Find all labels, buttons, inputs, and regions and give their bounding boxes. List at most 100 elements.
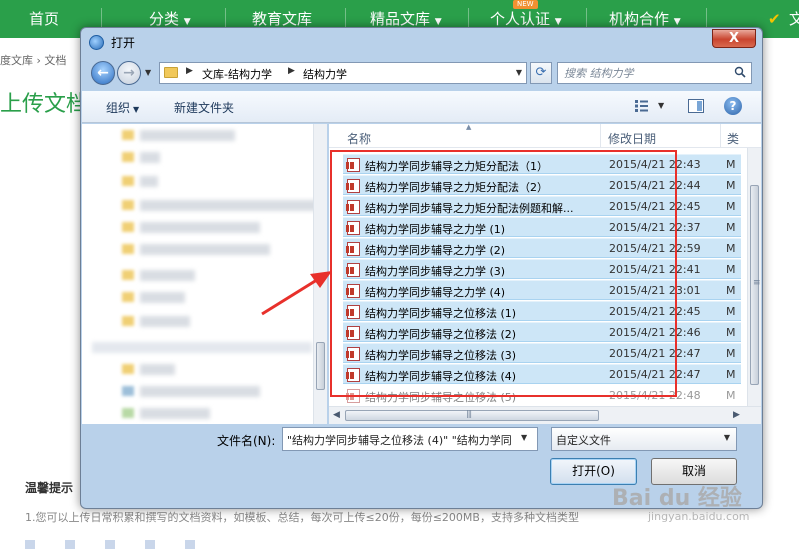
file-type: M bbox=[726, 179, 736, 192]
site-breadcrumb[interactable]: 度文库 › 文档 bbox=[0, 52, 66, 68]
column-header-row: ▲ 名称 修改日期 类 bbox=[329, 124, 761, 148]
nav-more[interactable]: 文 bbox=[789, 0, 799, 38]
column-header-date[interactable]: 修改日期 bbox=[608, 130, 656, 147]
nav-premium-label: 精品文库 bbox=[370, 10, 431, 28]
view-options-icon[interactable] bbox=[635, 100, 648, 112]
file-type-filter[interactable]: 自定义文件 ▼ bbox=[551, 427, 737, 451]
refresh-button[interactable]: ⟳ bbox=[530, 62, 552, 84]
column-divider[interactable] bbox=[720, 124, 721, 148]
doc-type-icons bbox=[25, 539, 425, 549]
preview-pane-icon[interactable] bbox=[688, 99, 704, 113]
column-divider[interactable] bbox=[600, 124, 601, 148]
ppt-doc-icon bbox=[145, 540, 155, 549]
file-type: M bbox=[726, 305, 736, 318]
file-type: M bbox=[726, 221, 736, 234]
txt-doc-icon bbox=[185, 540, 195, 549]
watermark-url: jingyan.baidu.com bbox=[648, 510, 750, 523]
selection-highlight-box bbox=[330, 150, 677, 397]
dialog-titlebar[interactable]: 打开 X bbox=[81, 28, 762, 58]
nav-institution-label: 机构合作 bbox=[609, 10, 670, 28]
chevron-down-icon: ▼ bbox=[673, 17, 681, 27]
vertical-scroll-thumb[interactable]: ≡ bbox=[750, 185, 761, 385]
dialog-title: 打开 bbox=[111, 36, 136, 50]
app-icon bbox=[89, 35, 104, 50]
file-type: M bbox=[726, 263, 736, 276]
filename-input[interactable]: "结构力学同步辅导之位移法 (4)" "结构力学同 bbox=[282, 427, 538, 451]
breadcrumb-arrow-icon[interactable]: ▶ bbox=[186, 66, 193, 76]
folder-icon bbox=[122, 222, 134, 232]
help-icon[interactable]: ? bbox=[724, 97, 742, 115]
drive-icon bbox=[122, 386, 134, 396]
nav-tree-item[interactable] bbox=[140, 130, 235, 141]
nav-tree-item[interactable] bbox=[140, 316, 190, 327]
file-type-filter-value: 自定义文件 bbox=[556, 434, 611, 447]
filename-label: 文件名(N): bbox=[217, 434, 276, 448]
file-list-horizontal-scrollbar[interactable]: ◀ ||| ▶ bbox=[329, 406, 761, 424]
new-folder-button[interactable]: 新建文件夹 bbox=[174, 99, 234, 116]
breadcrumb-current[interactable]: 结构力学 bbox=[303, 66, 347, 82]
organize-button[interactable]: 组织 ▼ bbox=[106, 99, 139, 116]
breadcrumb-arrow-icon[interactable]: ▶ bbox=[288, 66, 295, 76]
scroll-grip-icon: ≡ bbox=[753, 278, 761, 288]
annotation-arrow-icon bbox=[261, 271, 332, 316]
nav-tree-item[interactable] bbox=[140, 200, 327, 211]
new-badge: NEW bbox=[513, 0, 538, 9]
address-bar[interactable]: ▶ 文库-结构力学 ▶ 结构力学 ▼ bbox=[159, 62, 527, 84]
nav-tree-item[interactable] bbox=[140, 222, 260, 233]
nav-home[interactable]: 首页 bbox=[29, 0, 59, 38]
nav-tree-item[interactable] bbox=[140, 364, 175, 375]
file-list-vertical-scrollbar[interactable]: ≡ bbox=[747, 148, 761, 406]
file-type: M bbox=[726, 200, 736, 213]
history-dropdown-icon[interactable]: ▼ bbox=[145, 68, 151, 77]
file-type: M bbox=[726, 242, 736, 255]
view-dropdown-icon[interactable]: ▼ bbox=[658, 101, 664, 110]
folder-icon bbox=[164, 67, 178, 78]
chevron-down-icon: ▼ bbox=[554, 17, 562, 27]
nav-category-label: 分类 bbox=[149, 10, 180, 28]
word-doc-icon bbox=[25, 540, 35, 549]
file-type: M bbox=[726, 284, 736, 297]
nav-personal-cert-label: 个人认证 bbox=[490, 10, 551, 28]
chevron-down-icon: ▼ bbox=[723, 433, 730, 442]
pdf-doc-icon bbox=[65, 540, 75, 549]
chevron-down-icon: ▼ bbox=[133, 105, 140, 114]
nav-tree-item[interactable] bbox=[140, 244, 270, 255]
column-header-type[interactable]: 类 bbox=[727, 130, 739, 147]
arrow-left-icon: ← bbox=[97, 65, 109, 81]
close-button[interactable]: X bbox=[712, 29, 756, 48]
vip-icon[interactable]: ✔ bbox=[768, 11, 784, 27]
organize-label: 组织 bbox=[106, 101, 131, 115]
scroll-grip-icon: ||| bbox=[466, 409, 472, 418]
filename-dropdown-icon[interactable]: ▼ bbox=[521, 433, 527, 442]
search-input[interactable] bbox=[558, 63, 728, 83]
navpane-scroll-thumb[interactable] bbox=[316, 342, 325, 390]
nav-tree-item[interactable] bbox=[140, 386, 260, 397]
nav-tree-item[interactable] bbox=[140, 152, 160, 163]
dialog-toolbar: 组织 ▼ 新建文件夹 ▼ ? bbox=[82, 91, 761, 123]
forward-button[interactable]: → bbox=[117, 61, 141, 85]
back-button[interactable]: ← bbox=[91, 61, 115, 85]
folder-icon bbox=[122, 316, 134, 326]
search-box[interactable] bbox=[557, 62, 752, 84]
nav-tree-item[interactable] bbox=[140, 408, 210, 419]
search-icon[interactable] bbox=[734, 66, 746, 78]
scroll-left-icon[interactable]: ◀ bbox=[333, 410, 340, 420]
folder-icon bbox=[122, 200, 134, 210]
nav-tree-item[interactable] bbox=[140, 176, 158, 187]
nav-tree-item[interactable] bbox=[140, 292, 185, 303]
horizontal-scroll-thumb[interactable]: ||| bbox=[345, 409, 599, 421]
breadcrumb-library[interactable]: 文库-结构力学 bbox=[202, 66, 272, 82]
drive-icon bbox=[122, 408, 134, 418]
folder-icon bbox=[122, 244, 134, 254]
address-dropdown-icon[interactable]: ▼ bbox=[516, 68, 522, 77]
folder-icon bbox=[122, 292, 134, 302]
scroll-right-icon[interactable]: ▶ bbox=[733, 410, 740, 420]
nav-tree-item[interactable] bbox=[92, 342, 312, 353]
file-type: M bbox=[726, 326, 736, 339]
folder-icon bbox=[122, 364, 134, 374]
folder-icon bbox=[122, 152, 134, 162]
nav-tree-item[interactable] bbox=[140, 270, 195, 281]
column-header-name[interactable]: 名称 bbox=[347, 130, 371, 147]
tips-title: 温馨提示 bbox=[25, 481, 74, 495]
file-type: M bbox=[726, 368, 736, 381]
